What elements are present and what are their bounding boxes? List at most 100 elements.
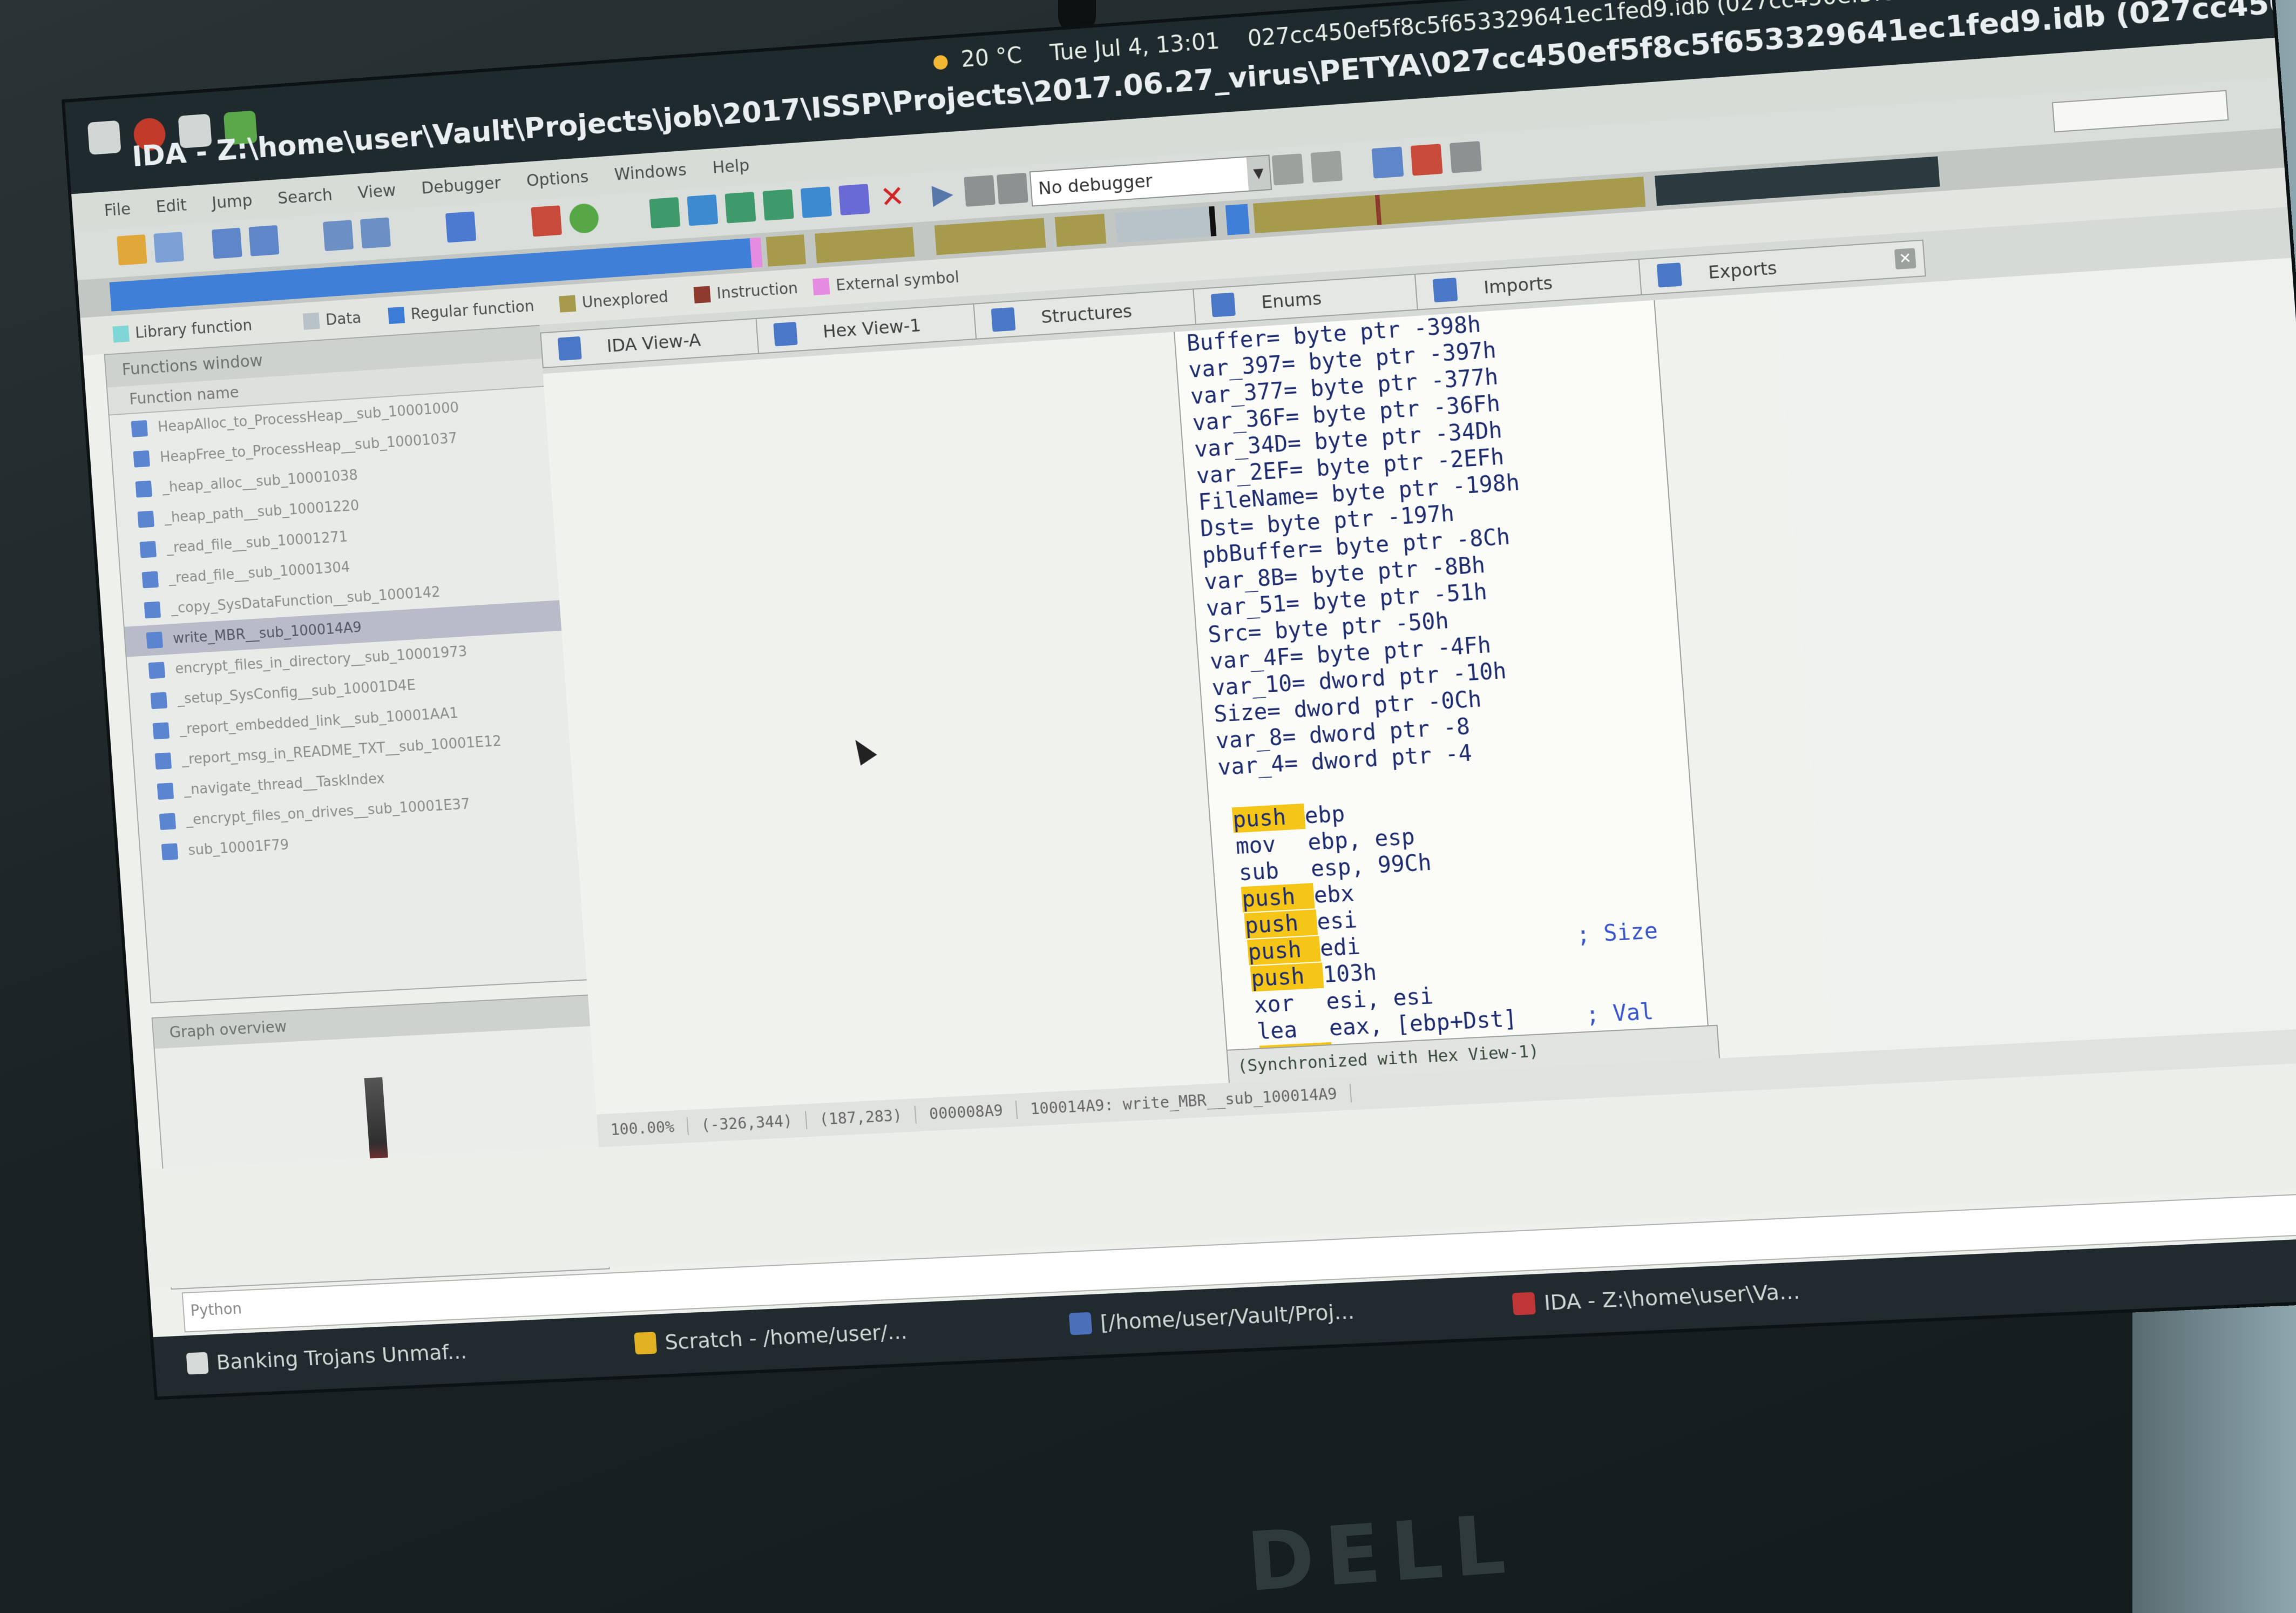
taskbar-label: Banking Trojans Unmaf... — [215, 1339, 468, 1374]
function-icon — [138, 511, 154, 528]
menu-options[interactable]: Options — [526, 167, 590, 190]
tool-icon[interactable] — [323, 220, 354, 251]
pause-icon[interactable] — [964, 175, 995, 207]
function-icon — [155, 752, 172, 770]
functions-window: Functions window Function name HeapAlloc… — [104, 325, 589, 1003]
function-name: sub_10001F79 — [187, 830, 290, 866]
legend-item: Regular function — [388, 297, 534, 325]
menu-jump[interactable]: Jump — [211, 191, 253, 212]
function-icon — [153, 722, 170, 739]
tab-label: Hex View-1 — [822, 315, 922, 342]
comment: ; Size — [1576, 918, 1659, 948]
tool-icon[interactable] — [838, 184, 870, 215]
run-icon[interactable] — [568, 203, 600, 234]
taskbar-label: [/home/user/Vault/Proj... — [1100, 1299, 1356, 1335]
tab-label: Exports — [1708, 257, 1778, 283]
disassembly-listing[interactable]: Buffer= byte ptr -398h var_397= byte ptr … — [1174, 300, 1711, 1083]
tool-icon[interactable] — [1272, 153, 1304, 185]
function-icon — [136, 481, 152, 498]
mnemonic: push — [1247, 936, 1321, 965]
tab-label: IDA View-A — [606, 329, 702, 356]
structures-icon — [991, 307, 1016, 332]
function-icon — [157, 782, 174, 800]
menu-file[interactable]: File — [104, 199, 131, 220]
tool-icon[interactable] — [801, 186, 832, 218]
status-zoom: 100.00% — [597, 1117, 689, 1140]
legend-swatch — [559, 295, 576, 312]
tool-icon[interactable] — [649, 197, 680, 228]
functions-list: HeapAlloc_to_ProcessHeap__sub_10001000 He… — [110, 387, 578, 868]
nav-segment-unexplored — [934, 218, 1046, 255]
taskbar-item[interactable]: IDA - Z:\home\user\Va... — [1512, 1279, 1800, 1316]
mnemonic: lea — [1256, 1016, 1330, 1045]
browser-icon — [186, 1352, 209, 1375]
hex-view-icon — [773, 322, 797, 346]
legend-label: External symbol — [835, 268, 960, 294]
weather-text: 20 °C — [960, 43, 1023, 72]
menu-help[interactable]: Help — [712, 156, 750, 177]
mnemonic: push — [1241, 883, 1315, 912]
menu-edit[interactable]: Edit — [155, 195, 187, 217]
ida-view-icon — [558, 336, 582, 361]
tab-label: Enums — [1261, 288, 1322, 313]
tool-icon[interactable] — [763, 189, 794, 220]
save-icon[interactable] — [153, 232, 184, 263]
legend-swatch — [303, 312, 320, 329]
mnemonic: push — [1250, 962, 1324, 991]
tool-icon[interactable] — [1411, 144, 1443, 176]
nav-segment-external — [750, 238, 763, 268]
forward-icon[interactable] — [249, 225, 280, 257]
tool-icon[interactable] — [360, 217, 391, 248]
tool-icon[interactable] — [1450, 141, 1482, 173]
debugger-select[interactable]: No debugger ▼ — [1030, 154, 1272, 206]
tool-icon[interactable] — [687, 194, 718, 226]
clock-text: Tue Jul 4, 13:01 — [1049, 29, 1221, 66]
function-icon — [142, 571, 159, 589]
close-icon[interactable]: ✕ — [877, 181, 908, 213]
screen: 20 °C Tue Jul 4, 13:01 027cc450ef5f8c5f6… — [65, 0, 2296, 1396]
close-icon[interactable]: ✕ — [1894, 248, 1916, 269]
taskbar-item[interactable]: Banking Trojans Unmaf... — [186, 1339, 468, 1375]
nav-segment-unexplored — [766, 234, 806, 266]
app-icon[interactable] — [87, 120, 121, 155]
back-icon[interactable] — [212, 228, 242, 259]
taskbar-item[interactable]: [/home/user/Vault/Proj... — [1069, 1299, 1356, 1337]
function-icon — [148, 662, 165, 679]
tool-icon[interactable] — [1310, 151, 1343, 183]
nav-segment-unexplored — [815, 227, 915, 263]
comment: ; Val — [1585, 999, 1655, 1028]
legend-swatch — [388, 306, 405, 323]
nav-segment-regular — [1225, 204, 1250, 235]
ida-icon — [1512, 1292, 1536, 1315]
weather-icon — [933, 55, 948, 70]
ida-view-area[interactable]: Buffer= byte ptr -398h var_397= byte ptr … — [543, 292, 1833, 1115]
open-icon[interactable] — [117, 234, 147, 266]
tool-icon[interactable] — [1372, 146, 1404, 178]
quick-search-input[interactable] — [2052, 90, 2229, 133]
menu-windows[interactable]: Windows — [614, 160, 687, 184]
imports-icon — [1433, 278, 1458, 302]
menu-view[interactable]: View — [357, 181, 397, 203]
play-icon[interactable]: ▶ — [931, 177, 963, 209]
tab-label: Imports — [1483, 272, 1553, 298]
menu-search[interactable]: Search — [277, 185, 333, 208]
function-icon — [131, 420, 148, 437]
status-coord-1: (-326,344) — [688, 1111, 808, 1135]
chevron-down-icon[interactable]: ▼ — [1247, 156, 1271, 191]
mnemonic: push — [1244, 909, 1318, 939]
stop-icon[interactable] — [997, 173, 1028, 205]
legend-item: Instruction — [693, 279, 798, 303]
function-icon — [140, 541, 157, 558]
tool-icon[interactable] — [531, 205, 562, 237]
function-icon — [133, 450, 150, 468]
nav-segment-unexplored — [1055, 214, 1107, 247]
taskbar-item[interactable]: Scratch - /home/user/... — [634, 1319, 908, 1355]
legend-swatch — [812, 278, 830, 295]
tool-icon[interactable] — [445, 211, 476, 242]
menu-debugger[interactable]: Debugger — [421, 173, 502, 198]
function-icon — [146, 632, 163, 649]
enums-icon — [1211, 293, 1236, 318]
debugger-select-value: No debugger — [1038, 170, 1153, 199]
function-icon — [151, 692, 167, 709]
tool-icon[interactable] — [724, 192, 756, 223]
